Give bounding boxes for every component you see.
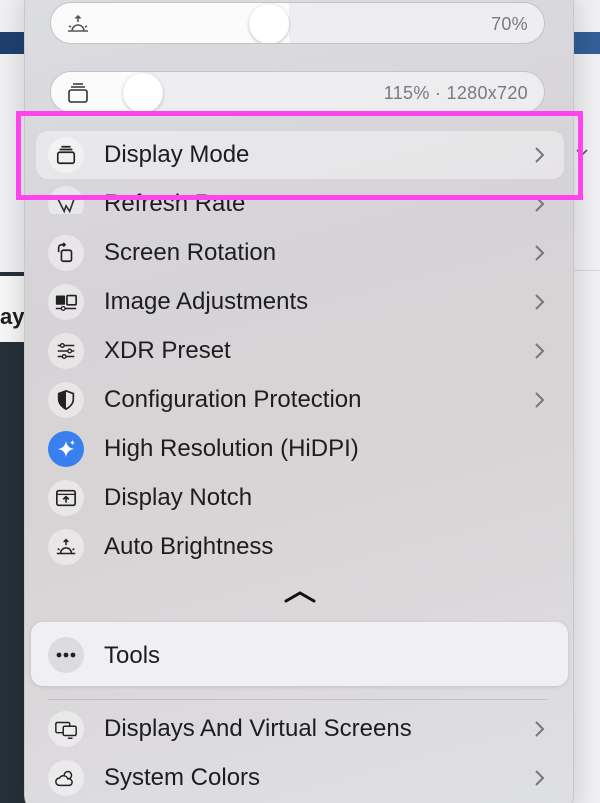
- menu-item-xdr-preset[interactable]: XDR Preset: [36, 327, 564, 375]
- menu-item-label: Configuration Protection: [104, 386, 362, 413]
- image-adjustments-icon: [48, 284, 84, 320]
- brightness-value: 70%: [491, 14, 528, 34]
- menu-item-label: System Colors: [104, 764, 261, 791]
- chevron-right-icon: [535, 721, 545, 737]
- brightness-slider-knob[interactable]: [249, 4, 289, 43]
- sun-icon: [63, 9, 93, 39]
- resolution-value: 115% · 1280x720: [383, 83, 528, 103]
- menu-item-high-resolution[interactable]: High Resolution (HiDPI): [36, 425, 564, 473]
- menu-item-label: Screen Rotation: [104, 239, 277, 266]
- weather-icon: [48, 760, 84, 796]
- chevron-right-icon: [535, 294, 545, 310]
- notch-icon: [48, 480, 84, 516]
- brightness-slider[interactable]: 70%: [50, 2, 545, 44]
- sliders-icon: [48, 333, 84, 369]
- menu-item-label: Display Notch: [104, 484, 253, 511]
- display-mode-icon: [63, 78, 93, 108]
- tools-label: Tools: [104, 642, 161, 669]
- menu-item-screen-rotation[interactable]: Screen Rotation: [36, 229, 564, 277]
- chevron-right-icon: [535, 343, 545, 359]
- tools-button[interactable]: Tools: [31, 622, 568, 686]
- menu-item-system-colors[interactable]: System Colors: [36, 754, 564, 802]
- ellipsis-icon: [48, 637, 84, 673]
- chevron-right-icon: [535, 392, 545, 408]
- rotation-icon: [48, 235, 84, 271]
- menu-item-displays-and-virtual-screens[interactable]: Displays And Virtual Screens: [36, 705, 564, 753]
- menu-item-image-adjustments[interactable]: Image Adjustments: [36, 278, 564, 326]
- menu-item-configuration-protection[interactable]: Configuration Protection: [36, 376, 564, 424]
- sunrise-icon: [48, 529, 84, 565]
- shield-icon: [48, 382, 84, 418]
- menu-item-auto-brightness[interactable]: Auto Brightness: [36, 523, 564, 571]
- menu-item-label: High Resolution (HiDPI): [104, 435, 359, 462]
- menu-item-label: XDR Preset: [104, 337, 231, 364]
- menu-item-label: Image Adjustments: [104, 288, 309, 315]
- sparkle-icon: [48, 431, 84, 467]
- menu-divider: [48, 699, 548, 700]
- chevron-up-icon[interactable]: [282, 588, 318, 604]
- displays-icon: [48, 711, 84, 747]
- background-cut-text: ay: [0, 304, 25, 329]
- chevron-right-icon: [535, 770, 545, 786]
- menu-item-label: Displays And Virtual Screens: [104, 715, 412, 742]
- annotation-highlight-box: [16, 111, 583, 200]
- chevron-right-icon: [535, 245, 545, 261]
- background-divider: [572, 270, 600, 271]
- resolution-slider-knob[interactable]: [123, 73, 163, 112]
- resolution-slider[interactable]: 115% · 1280x720: [50, 71, 545, 113]
- menu-item-display-notch[interactable]: Display Notch: [36, 474, 564, 522]
- menu-item-label: Auto Brightness: [104, 533, 274, 560]
